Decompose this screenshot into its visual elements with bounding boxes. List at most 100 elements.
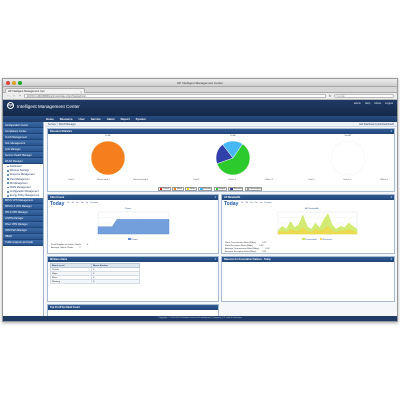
alarm-table: Alarm Level Alarm Number Critical 0 Major 0… [50,263,141,284]
pie-count-label[interactable]: Offline 2 [265,179,273,181]
bandwidth-stats: Peak Transmission Rate (Mbps) 0.13 Peak Re… [225,242,270,253]
stat-row: Average Reception Rate (Mbps) 0.01 [225,251,270,253]
range-link-1h[interactable]: 1h [67,202,69,204]
pie-chart-fat-ap: Fat AP [308,135,388,179]
range-link-1h[interactable]: 1h [241,202,243,204]
panel-close-icon[interactable]: × [391,130,392,133]
pie-count-label[interactable]: Online 0 [343,179,351,181]
range-link-1d[interactable]: 1d [245,202,247,204]
alarm-level-cell: Warning [50,279,92,284]
share-icon[interactable]: + [18,94,22,98]
pie-count-label[interactable]: Offline 0 [380,179,388,181]
panel-close-icon[interactable]: × [391,258,392,261]
sidebar-item-energy-policy-management[interactable]: Energy Policy Management [3,193,43,197]
url-bar: ‹ › + 10.153.4.200:8080/imc/nms/index.xh… [3,93,397,100]
pie-slice[interactable] [90,140,126,176]
reload-icon[interactable]: ↻ [328,94,332,98]
pie-chart-fit-ap: Fit AP [68,135,148,179]
bullet-icon [7,194,9,197]
stat-value: 0.05 [259,245,264,247]
clients-area-chart [97,211,170,235]
today-label: Today [224,201,239,207]
menu-service[interactable]: Service [91,117,101,121]
pie-chart-svg [90,140,126,176]
table-row[interactable]: Warning 0 [50,279,141,284]
legend-label: Transmitted [304,239,317,241]
bullet-icon [7,169,9,172]
pie-labels: Total 1 Associated 1 Unassociated 0 [68,179,148,181]
pie-count-label[interactable]: Total 0 [308,179,314,181]
panel-title: Resource Statistics [50,129,73,133]
stat-value: 2 [79,247,81,249]
legend-label: Warning [203,188,211,190]
resource-statistics-panel: Resource Statistics × Fit AP Total 1 Asso… [47,128,395,192]
menu-alarm[interactable]: Alarm [107,117,115,121]
chart-legend: Transmitted Received [282,238,352,241]
range-link-1d[interactable]: 1d [71,202,73,204]
menu-resource[interactable]: Resource [60,117,73,121]
address-input[interactable]: 10.153.4.200:8080/imc/nms/index.xhtml?po… [24,93,326,99]
sidebar-item-label: Wireless Topology [9,169,30,173]
today-label: Today [50,201,65,207]
panel-title: Top 10 AP by Client Count [50,305,80,309]
pie-count-label[interactable]: Unassociated 0 [133,179,148,181]
header-link-admin[interactable]: admin [354,102,361,105]
pie-count-label[interactable]: Online 3 [228,179,236,181]
panel-close-icon[interactable]: × [215,258,216,261]
panel-header: Top 10 AP by Client Count [48,305,218,310]
range-link-1m[interactable]: 1m [81,202,84,204]
stat-row: Average Online Clients 2 [51,247,88,250]
panel-title: Wireless Alarm [50,257,68,261]
legend-item-warning: Warning [198,187,213,191]
pie-labels: Total 5 Online 3 Offline 2 [193,179,273,181]
range-link-1w[interactable]: 1w [76,202,79,204]
panel-title: AP Bandwidth [224,195,241,199]
menu-home[interactable]: Home [46,117,54,121]
sidebar-item-label: RF Management [9,181,28,185]
panel-header: Reasons for Association Failures - Today… [222,257,394,262]
range-link-custom[interactable]: Custom [90,202,98,204]
ap-bandwidth-panel: AP Bandwidth × Today 1h 1d 1w 1m 1y Custom AP… [221,194,395,254]
pie-chart-fit-ap-status: Fit AP [193,135,273,179]
pie-count-label[interactable]: Associated 1 [97,179,110,181]
panel-close-icon[interactable]: × [215,196,216,199]
sidebar-item-label: Resource Management [9,173,35,177]
sidebar-item-label: Dashboard [9,164,22,168]
sidebar-item-label: Energy Policy Management [9,194,40,198]
range-link-custom[interactable]: Custom [264,202,272,204]
bullet-icon [7,186,9,189]
app-title: Intelligent Management Center [17,104,80,109]
header-link-logout[interactable]: Logout [385,102,393,105]
panel-close-icon[interactable]: × [391,196,392,199]
bullet-icon [7,190,9,193]
bullet-icon [7,178,9,180]
range-link-1m[interactable]: 1m [255,202,258,204]
legend-item-minor: Minor [185,187,197,191]
chart-legend: Clients [118,238,148,241]
range-link-1y[interactable]: 1y [260,202,262,204]
search-input[interactable]: Google [334,93,394,99]
menu-system[interactable]: System [136,117,146,121]
bullet-icon [7,182,9,185]
menu-user[interactable]: User [79,117,85,121]
bandwidth-area-chart [277,211,358,235]
pie-count-label[interactable]: Total 1 [68,179,74,181]
header-link-about[interactable]: About [374,102,381,105]
back-icon[interactable]: ‹ [6,94,10,98]
forward-icon[interactable]: › [12,94,16,98]
pie-labels: Total 0 Online 0 Offline 0 [308,179,388,181]
association-failures-panel: Reasons for Association Failures - Today… [221,256,395,302]
main-area: Service > WLAN Manager Add Dashboard | E… [45,122,397,316]
sidebar-group-traffic-analysis-and-audit[interactable]: Traffic Analysis and Audit [3,239,43,246]
menu-report[interactable]: Report [121,117,130,121]
sidebar-item-configuration-management[interactable]: Configuration Management [3,189,43,193]
header-link-help[interactable]: Help [365,102,370,105]
panel-header: AP Bandwidth × [222,195,394,200]
range-link-1y[interactable]: 1y [86,202,88,204]
dashboard-actions[interactable]: Add Dashboard | Edit Dashboard [359,123,394,126]
range-link-1w[interactable]: 1w [250,202,253,204]
pie-count-label[interactable]: Total 5 [193,179,199,181]
alarm-number-cell[interactable]: 0 [90,279,141,284]
stat-value: 0.01 [262,251,267,253]
breadcrumb-path[interactable]: Service > WLAN Manager [48,123,76,126]
